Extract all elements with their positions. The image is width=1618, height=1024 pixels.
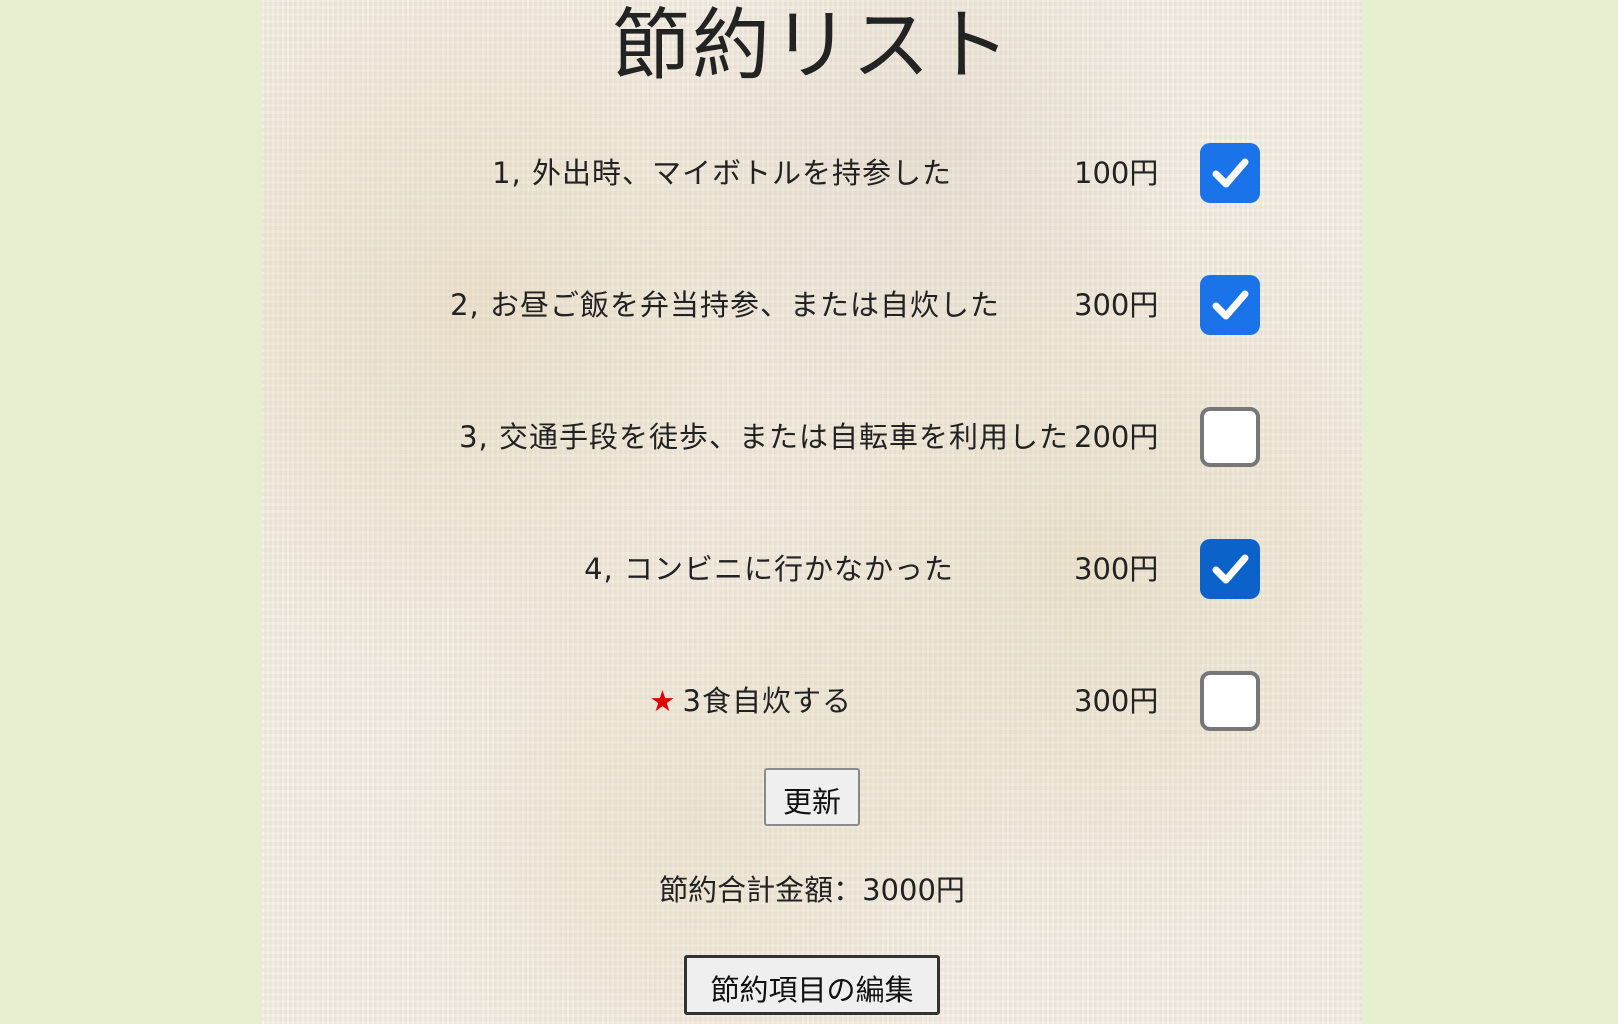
paper-panel: 節約リスト 1, 外出時、マイボトルを持参した 100円 2, お昼ご飯を弁当持… [262,0,1362,1024]
update-button[interactable]: 更新 [764,768,860,826]
item-checkbox[interactable] [1200,671,1260,731]
item-amount: 200円 [1074,420,1159,454]
item-checkbox[interactable] [1200,539,1260,599]
list-item: ★ 3食自炊する 300円 [262,671,1362,731]
edit-items-button[interactable]: 節約項目の編集 [684,955,940,1015]
item-label: 3, 交通手段を徒歩、または自転車を利用した [459,420,1069,454]
list-item: 2, お昼ご飯を弁当持参、または自炊した 300円 [262,275,1362,335]
list-item: 3, 交通手段を徒歩、または自転車を利用した 200円 [262,407,1362,467]
item-label: 3食自炊する [682,684,852,718]
item-amount: 300円 [1074,684,1159,718]
item-label-group: ★ 3食自炊する [650,683,852,719]
item-amount: 100円 [1074,156,1159,190]
page-title: 節約リスト [611,1,1012,91]
list-item: 1, 外出時、マイボトルを持参した 100円 [262,143,1362,203]
item-checkbox[interactable] [1200,275,1260,335]
check-icon [1212,158,1249,188]
item-label: 4, コンビニに行かなかった [584,552,954,586]
item-checkbox[interactable] [1200,143,1260,203]
item-amount: 300円 [1074,288,1159,322]
item-amount: 300円 [1074,552,1159,586]
item-checkbox[interactable] [1200,407,1260,467]
check-icon [1212,554,1249,584]
item-label: 2, お昼ご飯を弁当持参、または自炊した [450,288,1000,322]
list-item: 4, コンビニに行かなかった 300円 [262,539,1362,599]
savings-total: 節約合計金額：3000円 [659,873,965,907]
check-icon [1212,290,1249,320]
item-label: 1, 外出時、マイボトルを持参した [492,156,952,190]
star-icon: ★ [649,684,677,718]
